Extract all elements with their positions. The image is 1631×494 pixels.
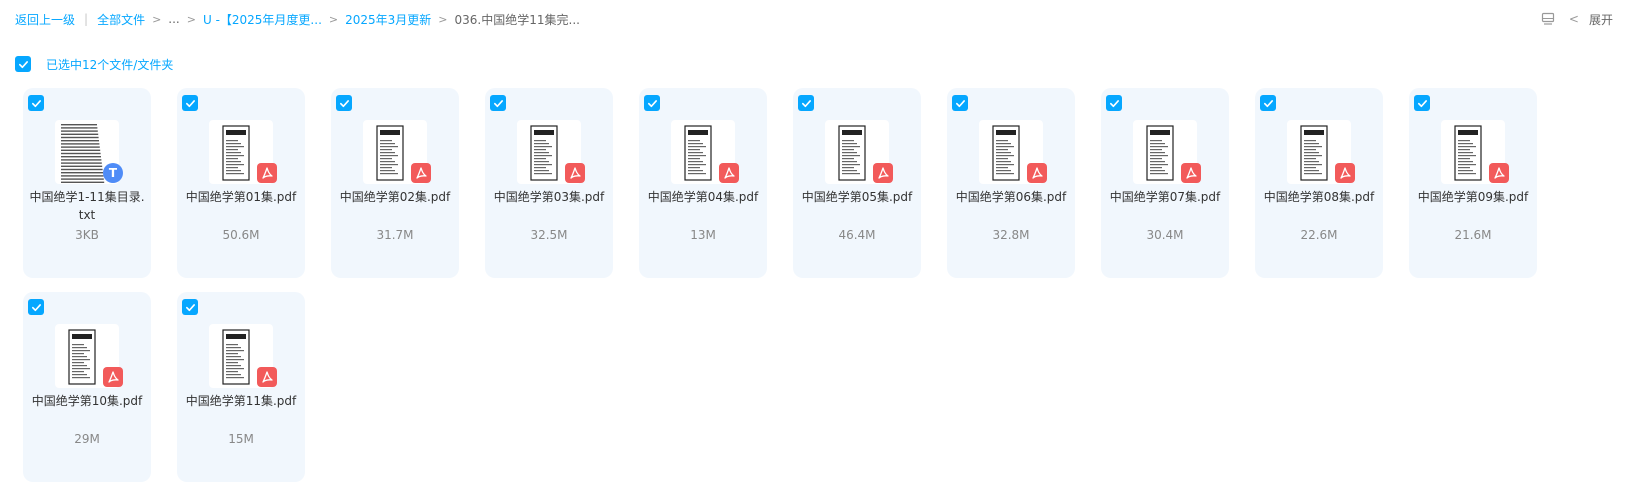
file-checkbox[interactable] [952,95,968,111]
file-size: 32.5M [530,228,568,242]
check-icon [31,303,41,311]
breadcrumb-all-files[interactable]: 全部文件 [97,11,145,28]
file-card[interactable]: 中国绝学第08集.pdf 22.6M [1255,88,1383,278]
txt-icon: T [103,163,123,183]
file-card[interactable]: 中国绝学第02集.pdf 31.7M [331,88,459,278]
breadcrumb-current: 036.中国绝学11集完... [454,12,580,27]
file-name: 中国绝学第03集.pdf [493,190,605,204]
check-icon [18,60,28,68]
check-icon [955,99,965,107]
file-checkbox[interactable] [644,95,660,111]
chevron-right-icon: > [152,12,162,26]
file-name: 中国绝学第05集.pdf [801,190,913,204]
file-name: 中国绝学第02集.pdf [339,190,451,204]
side-panel-icon[interactable] [1541,12,1555,26]
check-icon [801,99,811,107]
file-checkbox[interactable] [1414,95,1430,111]
pdf-icon [1181,163,1201,183]
pdf-icon [1335,163,1355,183]
file-checkbox[interactable] [182,95,198,111]
pdf-icon [565,163,585,183]
file-checkbox[interactable] [28,299,44,315]
pdf-icon [103,367,123,387]
breadcrumb: 返回上一级 | 全部文件 > ... > U -【2025年月度更... > 2… [0,0,1631,38]
check-icon [185,99,195,107]
breadcrumb-level2[interactable]: 2025年3月更新 [345,11,431,28]
pdf-icon [873,163,893,183]
check-icon [647,99,657,107]
pdf-icon [1489,163,1509,183]
file-size: 13M [690,228,716,242]
chevron-right-icon: > [438,12,448,26]
check-icon [1109,99,1119,107]
file-size: 3KB [75,228,99,242]
chevron-right-icon: > [328,12,339,26]
pdf-icon [257,367,277,387]
selection-bar: 已选中12个文件/文件夹 [15,55,173,73]
file-size: 46.4M [838,228,876,242]
file-checkbox[interactable] [336,95,352,111]
select-all-checkbox[interactable] [15,56,31,72]
file-name: 中国绝学第06集.pdf [955,190,1067,204]
file-checkbox[interactable] [490,95,506,111]
check-icon [493,99,503,107]
file-size: 22.6M [1300,228,1338,242]
pdf-icon [257,163,277,183]
breadcrumb-level1[interactable]: U -【2025年月度更... [203,11,322,28]
file-checkbox[interactable] [798,95,814,111]
file-name: 中国绝学第01集.pdf [185,190,297,204]
expand-label: 展开 [1588,12,1613,27]
file-card[interactable]: 中国绝学第04集.pdf 13M [639,88,767,278]
pdf-icon [411,163,431,183]
file-size: 15M [228,432,254,446]
file-name: 中国绝学1-11集目录.txt [29,190,145,222]
file-name: 中国绝学第07集.pdf [1109,190,1221,204]
check-icon [1417,99,1427,107]
file-size: 50.6M [222,228,260,242]
file-size: 21.6M [1454,228,1492,242]
chevron-right-icon: > [186,12,196,26]
file-card[interactable]: 中国绝学第05集.pdf 46.4M [793,88,921,278]
pdf-icon [719,163,739,183]
expand-button[interactable]: < 展开 [1569,11,1613,28]
file-checkbox[interactable] [1106,95,1122,111]
file-card[interactable]: 中国绝学第03集.pdf 32.5M [485,88,613,278]
file-checkbox[interactable] [28,95,44,111]
file-checkbox[interactable] [1260,95,1276,111]
file-name: 中国绝学第08集.pdf [1263,190,1375,204]
toolbar-right: < 展开 [1541,0,1613,38]
file-size: 30.4M [1146,228,1184,242]
file-card[interactable]: 中国绝学第07集.pdf 30.4M [1101,88,1229,278]
file-card[interactable]: 中国绝学第11集.pdf 15M [177,292,305,482]
file-name: 中国绝学第09集.pdf [1417,190,1529,204]
file-name: 中国绝学第04集.pdf [647,190,759,204]
chevron-left-icon: < [1568,12,1579,26]
file-checkbox[interactable] [182,299,198,315]
file-card[interactable]: 中国绝学第06集.pdf 32.8M [947,88,1075,278]
breadcrumb-ellipsis[interactable]: ... [168,12,179,26]
file-size: 31.7M [376,228,414,242]
file-card[interactable]: 中国绝学第09集.pdf 21.6M [1409,88,1537,278]
check-icon [339,99,349,107]
breadcrumb-divider: | [84,12,89,26]
file-name: 中国绝学第11集.pdf [185,394,297,408]
file-card[interactable]: 中国绝学第10集.pdf 29M [23,292,151,482]
check-icon [185,303,195,311]
back-link[interactable]: 返回上一级 [15,11,75,28]
file-size: 32.8M [992,228,1030,242]
selection-count-label: 已选中12个文件/文件夹 [46,57,174,72]
file-card[interactable]: 中国绝学第01集.pdf 50.6M [177,88,305,278]
check-icon [1263,99,1273,107]
file-name: 中国绝学第10集.pdf [31,394,143,408]
file-card[interactable]: T 中国绝学1-11集目录.txt 3KB [23,88,151,278]
file-size: 29M [74,432,100,446]
check-icon [31,99,41,107]
pdf-icon [1027,163,1047,183]
